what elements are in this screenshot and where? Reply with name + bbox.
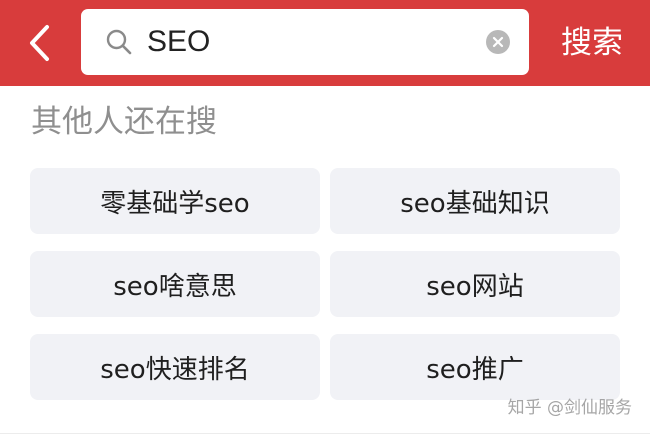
watermark: 知乎 @剑仙服务	[507, 398, 632, 418]
suggestion-chip[interactable]: seo快速排名	[30, 334, 320, 400]
suggestion-chip[interactable]: seo推广	[330, 334, 620, 400]
search-input[interactable]	[147, 19, 467, 65]
back-button[interactable]	[14, 18, 64, 68]
top-bar: 搜索	[0, 0, 650, 86]
suggestion-grid: 零基础学seo seo基础知识 seo啥意思 seo网站 seo快速排名 seo…	[30, 168, 620, 400]
search-icon	[106, 29, 132, 55]
search-button[interactable]: 搜索	[548, 20, 636, 66]
clear-button[interactable]	[486, 30, 510, 54]
chevron-left-icon	[30, 25, 49, 61]
suggestion-chip[interactable]: seo基础知识	[330, 168, 620, 234]
clear-circle-icon	[492, 36, 504, 48]
suggestion-chip[interactable]: seo啥意思	[30, 251, 320, 317]
bottom-divider	[0, 433, 650, 434]
suggestion-chip[interactable]: seo网站	[330, 251, 620, 317]
section-title: 其他人还在搜	[31, 104, 217, 140]
search-box[interactable]	[81, 9, 529, 75]
suggestion-chip[interactable]: 零基础学seo	[30, 168, 320, 234]
